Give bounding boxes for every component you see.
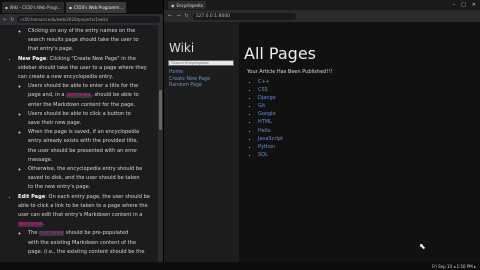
list-item: Git [258,102,332,110]
left-address-field[interactable]: cs50.harvard.edu/web/2020/projects/1/wik… [17,16,160,23]
spec-document: Clicking on any of the entry names on th… [0,25,158,262]
right-address-field[interactable]: 127.0.0.1:8000 [192,12,296,20]
doc-line: Users should be able to click a button t… [28,110,158,128]
entry-link[interactable]: HTML [258,119,272,125]
list-item: SQL [258,151,332,159]
list-item: HTML [258,118,332,126]
doc-line: Otherwise, the encyclopedia entry should… [28,165,158,193]
app-browser-window: ◉ Encyclopedia – □ ✕ ← → ↻ 127.0.0.1:8000… [164,0,480,262]
list-item: Google [258,110,332,118]
minimize-icon[interactable]: – [453,2,456,8]
doc-line: Edit Page: On each entry page, the user … [18,193,158,257]
right-url-bar: ← → ↻ 127.0.0.1:8000 [164,10,480,22]
doc-icon: ▪ [68,4,72,10]
doc-line: When the page is saved, if an encycloped… [28,128,158,165]
encyclopedia-page: Wiki Home Create New Page Random Page Al… [164,22,480,262]
main-content: All Pages Your Article Has Been Publishe… [244,44,332,159]
search-input[interactable] [168,60,234,66]
entry-link[interactable]: Google [258,111,276,117]
mouse-pointer-icon: ⬉ [419,242,426,251]
entry-link[interactable]: Git [258,103,265,109]
doc-line: New Page: Clicking "Create New Page" in … [18,55,158,193]
taskbar-clock: Fri Sep 10 ◂ 1:50 PM ▸ [432,263,476,269]
left-scrollbar-thumb[interactable] [159,90,162,130]
left-tab-1[interactable]: ▪ Wiki - CS50's Web Progr... [2,1,64,13]
entry-link[interactable]: SQL [258,152,268,158]
list-item: C++ [258,78,332,86]
doc-line: Clicking on any of the entry names on th… [28,27,158,55]
taskbar: Fri Sep 10 ◂ 1:50 PM ▸ [0,262,480,270]
back-icon[interactable]: ← [3,17,7,23]
right-tab[interactable]: ◉ Encyclopedia [168,1,206,9]
spec-browser-window: ▪ Wiki - CS50's Web Progr... ▪ CS50's Web … [0,0,164,262]
doc-line: Users should be able to enter a title fo… [28,82,158,110]
left-tab-bar: ▪ Wiki - CS50's Web Progr... ▪ CS50's Web … [0,0,163,14]
maximize-icon[interactable]: □ [461,2,466,8]
left-url-bar: ← ↻ cs50.harvard.edu/web/2020/projects/1… [0,14,163,25]
close-icon[interactable]: ✕ [472,2,476,8]
reload-icon[interactable]: ↻ [10,17,14,23]
doc-line: The textarea should be pre-populatedwith… [28,229,158,257]
right-title-bar: ◉ Encyclopedia – □ ✕ [164,0,480,10]
entry-link[interactable]: Python [258,144,275,150]
wiki-title: Wiki [169,41,195,55]
list-item: Python [258,143,332,151]
flash-message: Your Article Has Been Published!!! [247,69,333,75]
page-heading: All Pages [244,44,316,63]
reload-icon[interactable]: ↻ [184,13,188,19]
entry-list: C++ CSS Django Git Google HTML Hello Jav… [244,78,332,159]
entry-link[interactable]: JavaScript [258,136,283,142]
list-item: Hello [258,127,332,135]
list-item: Django [258,94,332,102]
list-item: CSS [258,86,332,94]
wiki-sidebar: Wiki Home Create New Page Random Page [164,22,239,262]
globe-icon: ◉ [171,2,175,8]
entry-link[interactable]: C++ [258,79,270,85]
doc-icon: ▪ [5,4,8,10]
back-icon[interactable]: ← [168,13,172,19]
entry-link[interactable]: Django [258,95,276,101]
sidebar-links: Home Create New Page Random Page [169,70,210,90]
list-item: JavaScript [258,135,332,143]
right-tab-label: Encyclopedia [176,2,204,8]
left-tab-2-label: CS50's Web Programm... [73,4,124,10]
window-controls: – □ ✕ [453,2,476,8]
left-tab-1-label: Wiki - CS50's Web Progr... [9,4,61,10]
sidebar-link-random-page[interactable]: Random Page [169,83,210,90]
entry-link[interactable]: Hello [258,128,271,134]
left-tab-2[interactable]: ▪ CS50's Web Programm... [65,1,127,13]
left-scrollbar[interactable] [158,25,163,262]
entry-link[interactable]: CSS [258,87,268,93]
forward-icon[interactable]: → [176,13,180,19]
